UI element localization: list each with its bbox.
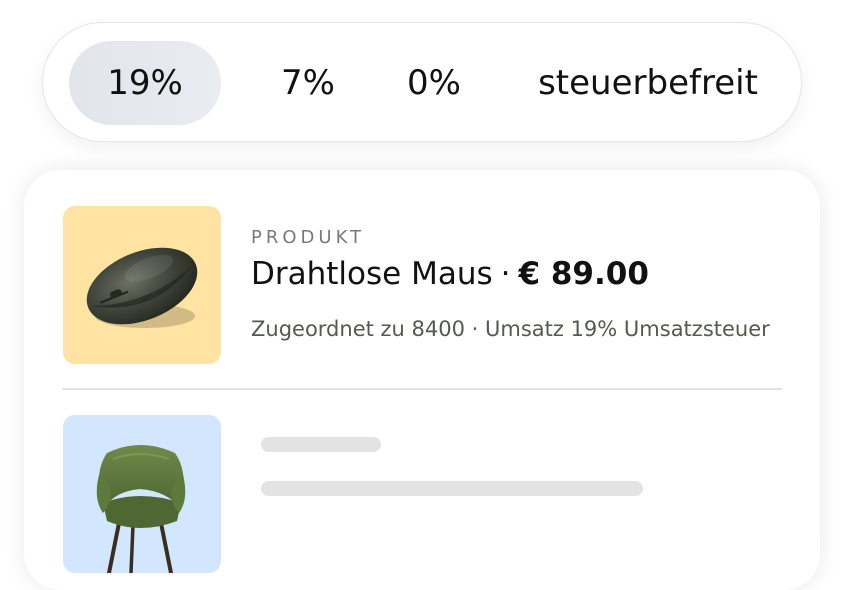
product-name: Drahtlose Maus	[251, 256, 493, 292]
tax-rate-option-0[interactable]: 0%	[379, 41, 489, 125]
tax-rate-option-exempt[interactable]: steuerbefreit	[523, 41, 773, 125]
computer-mouse-icon	[86, 247, 198, 328]
tax-rate-option-19[interactable]: 19%	[69, 41, 221, 125]
row-divider	[62, 388, 782, 390]
product-price: € 89.00	[518, 256, 649, 292]
loading-placeholder-title	[261, 437, 381, 452]
product-title: Drahtlose Maus · € 89.00	[251, 256, 649, 292]
product-image	[63, 206, 221, 364]
title-separator: ·	[500, 256, 511, 292]
product-image	[63, 415, 221, 573]
product-list-card: PRODUKT Drahtlose Maus · € 89.00 Zugeordne…	[24, 170, 820, 590]
product-eyebrow-label: PRODUKT	[251, 227, 365, 248]
armchair-icon	[96, 445, 186, 573]
tax-rate-selector: 19% 7% 0% steuerbefreit	[42, 22, 802, 142]
loading-placeholder-subtitle	[261, 481, 643, 496]
product-account-assignment: Zugeordnet zu 8400 · Umsatz 19% Umsatzst…	[251, 317, 770, 341]
tax-rate-option-7[interactable]: 7%	[253, 41, 363, 125]
